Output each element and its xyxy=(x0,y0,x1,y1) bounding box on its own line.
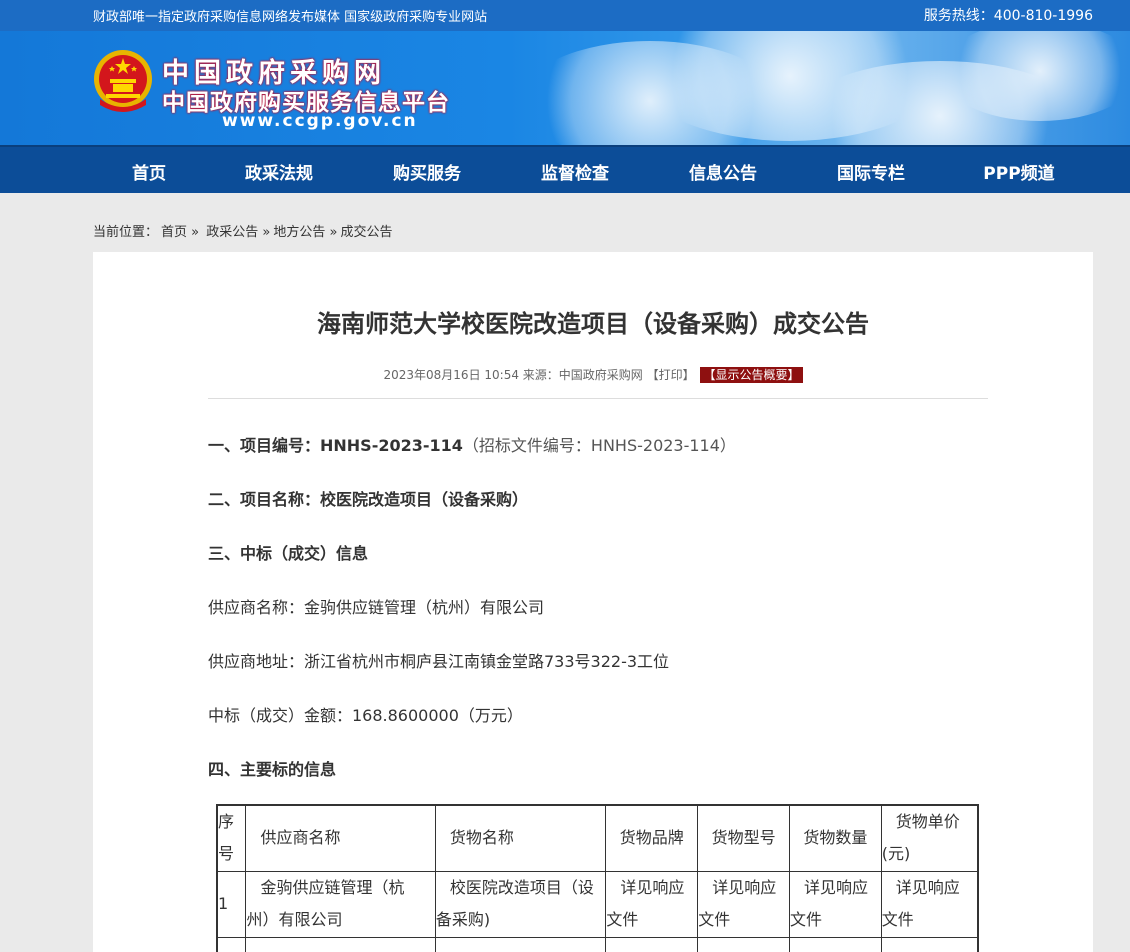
header-seq-a: 序 xyxy=(218,812,235,832)
cell-supplier-a: 金驹供应链管理（杭 xyxy=(260,878,405,897)
table-row: 1 金驹供应链管理（杭 州）有限公司 校医院改造项目（设 备采购) 详见响应 文… xyxy=(216,870,979,938)
nav-item-international[interactable]: 国际专栏 xyxy=(837,159,905,184)
site-slogan: 财政部唯一指定政府采购信息网络发布媒体 国家级政府采购专业网站 xyxy=(93,10,488,25)
breadcrumb-link-home[interactable]: 首页 » xyxy=(161,225,199,240)
breadcrumb-link-local[interactable]: 地方公告 » xyxy=(273,225,337,240)
table-cell xyxy=(434,936,607,952)
supplier-address: 供应商地址：浙江省杭州市桐庐县江南镇金堂路733号322-3工位 xyxy=(208,652,670,671)
main-items-table: 序 号 供应商名称 货物名称 货物品牌 货物型号 货物数量 货物单价 (元) 1… xyxy=(216,804,979,952)
table-cell: 1 xyxy=(216,870,247,938)
page-title: 海南师范大学校医院改造项目（设备采购）成交公告 xyxy=(317,310,869,338)
table-header-cell: 货物名称 xyxy=(434,804,607,872)
table-header-cell: 货物品牌 xyxy=(605,804,699,872)
project-name-text: 二、项目名称：校医院改造项目（设备采购） xyxy=(208,490,529,509)
table-cell xyxy=(697,936,790,952)
show-summary-button[interactable]: 【显示公告概要】 xyxy=(700,367,803,383)
cell-price-b: 文件 xyxy=(881,910,914,929)
cell-price-a: 详见响应 xyxy=(895,878,960,897)
breadcrumb: 当前位置： 首页 » 政采公告 » 地方公告 » 成交公告 xyxy=(93,221,395,240)
cell-goods-a: 校医院改造项目（设 xyxy=(449,878,594,897)
tender-doc-number: （招标文件编号：HNHS-2023-114） xyxy=(462,436,736,455)
table-cell: 金驹供应链管理（杭 州）有限公司 xyxy=(245,870,436,938)
cell-qty-a: 详见响应 xyxy=(803,878,868,897)
table-header-cell: 货物型号 xyxy=(697,804,790,872)
table-cell xyxy=(605,936,699,952)
main-nav: 首页 政采法规 购买服务 监督检查 信息公告 国际专栏 PPP频道 xyxy=(0,145,1130,193)
breadcrumb-link-deal[interactable]: 成交公告 xyxy=(340,225,392,240)
article-meta: 2023年08月16日 10:54 来源：中国政府采购网 【打印】 【显示公告概… xyxy=(93,366,1093,383)
cell-supplier-b: 州）有限公司 xyxy=(246,910,343,929)
service-hotline: 服务热线：400-810-1996 xyxy=(923,8,1093,24)
cell-model-b: 文件 xyxy=(698,910,731,929)
table-cell: 详见响应 文件 xyxy=(605,870,699,938)
breadcrumb-link-announcements[interactable]: 政采公告 » xyxy=(206,225,270,240)
divider xyxy=(208,398,988,399)
header-supplier: 供应商名称 xyxy=(260,828,341,848)
nav-item-supervision[interactable]: 监督检查 xyxy=(541,159,609,184)
table-row xyxy=(216,936,979,952)
cell-brand-a: 详见响应 xyxy=(620,878,685,897)
table-cell: 校医院改造项目（设 备采购) xyxy=(434,870,607,938)
cell-model-a: 详见响应 xyxy=(712,878,777,897)
header-price-b: (元) xyxy=(881,844,911,864)
national-emblem-icon[interactable] xyxy=(92,49,154,115)
header-seq-b: 号 xyxy=(218,844,235,864)
table-cell: 详见响应 文件 xyxy=(697,870,790,938)
header-goods: 货物名称 xyxy=(449,828,514,848)
section-award-heading: 三、中标（成交）信息 xyxy=(208,544,369,563)
nav-item-ppp[interactable]: PPP频道 xyxy=(983,159,1054,184)
nav-item-regulations[interactable]: 政采法规 xyxy=(245,159,313,184)
table-header-cell: 供应商名称 xyxy=(245,804,436,872)
nav-item-announcements[interactable]: 信息公告 xyxy=(689,159,757,184)
cell-goods-b: 备采购) xyxy=(435,910,491,929)
print-link[interactable]: 【打印】 xyxy=(647,368,695,382)
section-award-info: 三、中标（成交）信息 xyxy=(208,540,368,564)
table-cell xyxy=(880,936,979,952)
site-header: 中国政府采购网 中国政府购买服务信息平台 www.ccgp.gov.cn xyxy=(0,31,1130,145)
table-header-cell: 序 号 xyxy=(216,804,247,872)
project-name: 二、项目名称：校医院改造项目（设备采购） xyxy=(208,486,528,510)
nav-item-home[interactable]: 首页 xyxy=(132,159,166,184)
nav-item-purchase-services[interactable]: 购买服务 xyxy=(393,159,461,184)
header-price-a: 货物单价 xyxy=(895,812,960,832)
table-header-cell: 货物数量 xyxy=(788,804,882,872)
table-cell xyxy=(788,936,882,952)
section-main-items: 四、主要标的信息 xyxy=(208,756,336,780)
breadcrumb-prefix: 当前位置： xyxy=(93,225,159,240)
supplier-name: 供应商名称：金驹供应链管理（杭州）有限公司 xyxy=(208,598,545,617)
article-source: 来源：中国政府采购网 xyxy=(522,368,643,382)
site-url: www.ccgp.gov.cn xyxy=(222,111,418,131)
table-header-row: 序 号 供应商名称 货物名称 货物品牌 货物型号 货物数量 货物单价 (元) xyxy=(216,804,979,872)
section-main-items-heading: 四、主要标的信息 xyxy=(208,760,337,779)
project-number-label: 一、项目编号：HNHS-2023-114 xyxy=(208,436,463,455)
top-bar: 财政部唯一指定政府采购信息网络发布媒体 国家级政府采购专业网站 服务热线：400… xyxy=(0,0,1130,31)
award-amount: 中标（成交）金额：168.8600000（万元） xyxy=(208,706,523,725)
article-container: 海南师范大学校医院改造项目（设备采购）成交公告 2023年08月16日 10:5… xyxy=(93,252,1093,952)
cell-brand-b: 文件 xyxy=(606,910,639,929)
table-cell: 详见响应 文件 xyxy=(880,870,979,938)
table-cell xyxy=(216,936,247,952)
project-number: 一、项目编号：HNHS-2023-114（招标文件编号：HNHS-2023-11… xyxy=(208,432,736,456)
publish-date: 2023年08月16日 10:54 xyxy=(383,368,519,382)
table-cell: 详见响应 文件 xyxy=(788,870,882,938)
cell-qty-b: 文件 xyxy=(789,910,822,929)
table-header-cell: 货物单价 (元) xyxy=(880,804,979,872)
table-cell xyxy=(245,936,436,952)
